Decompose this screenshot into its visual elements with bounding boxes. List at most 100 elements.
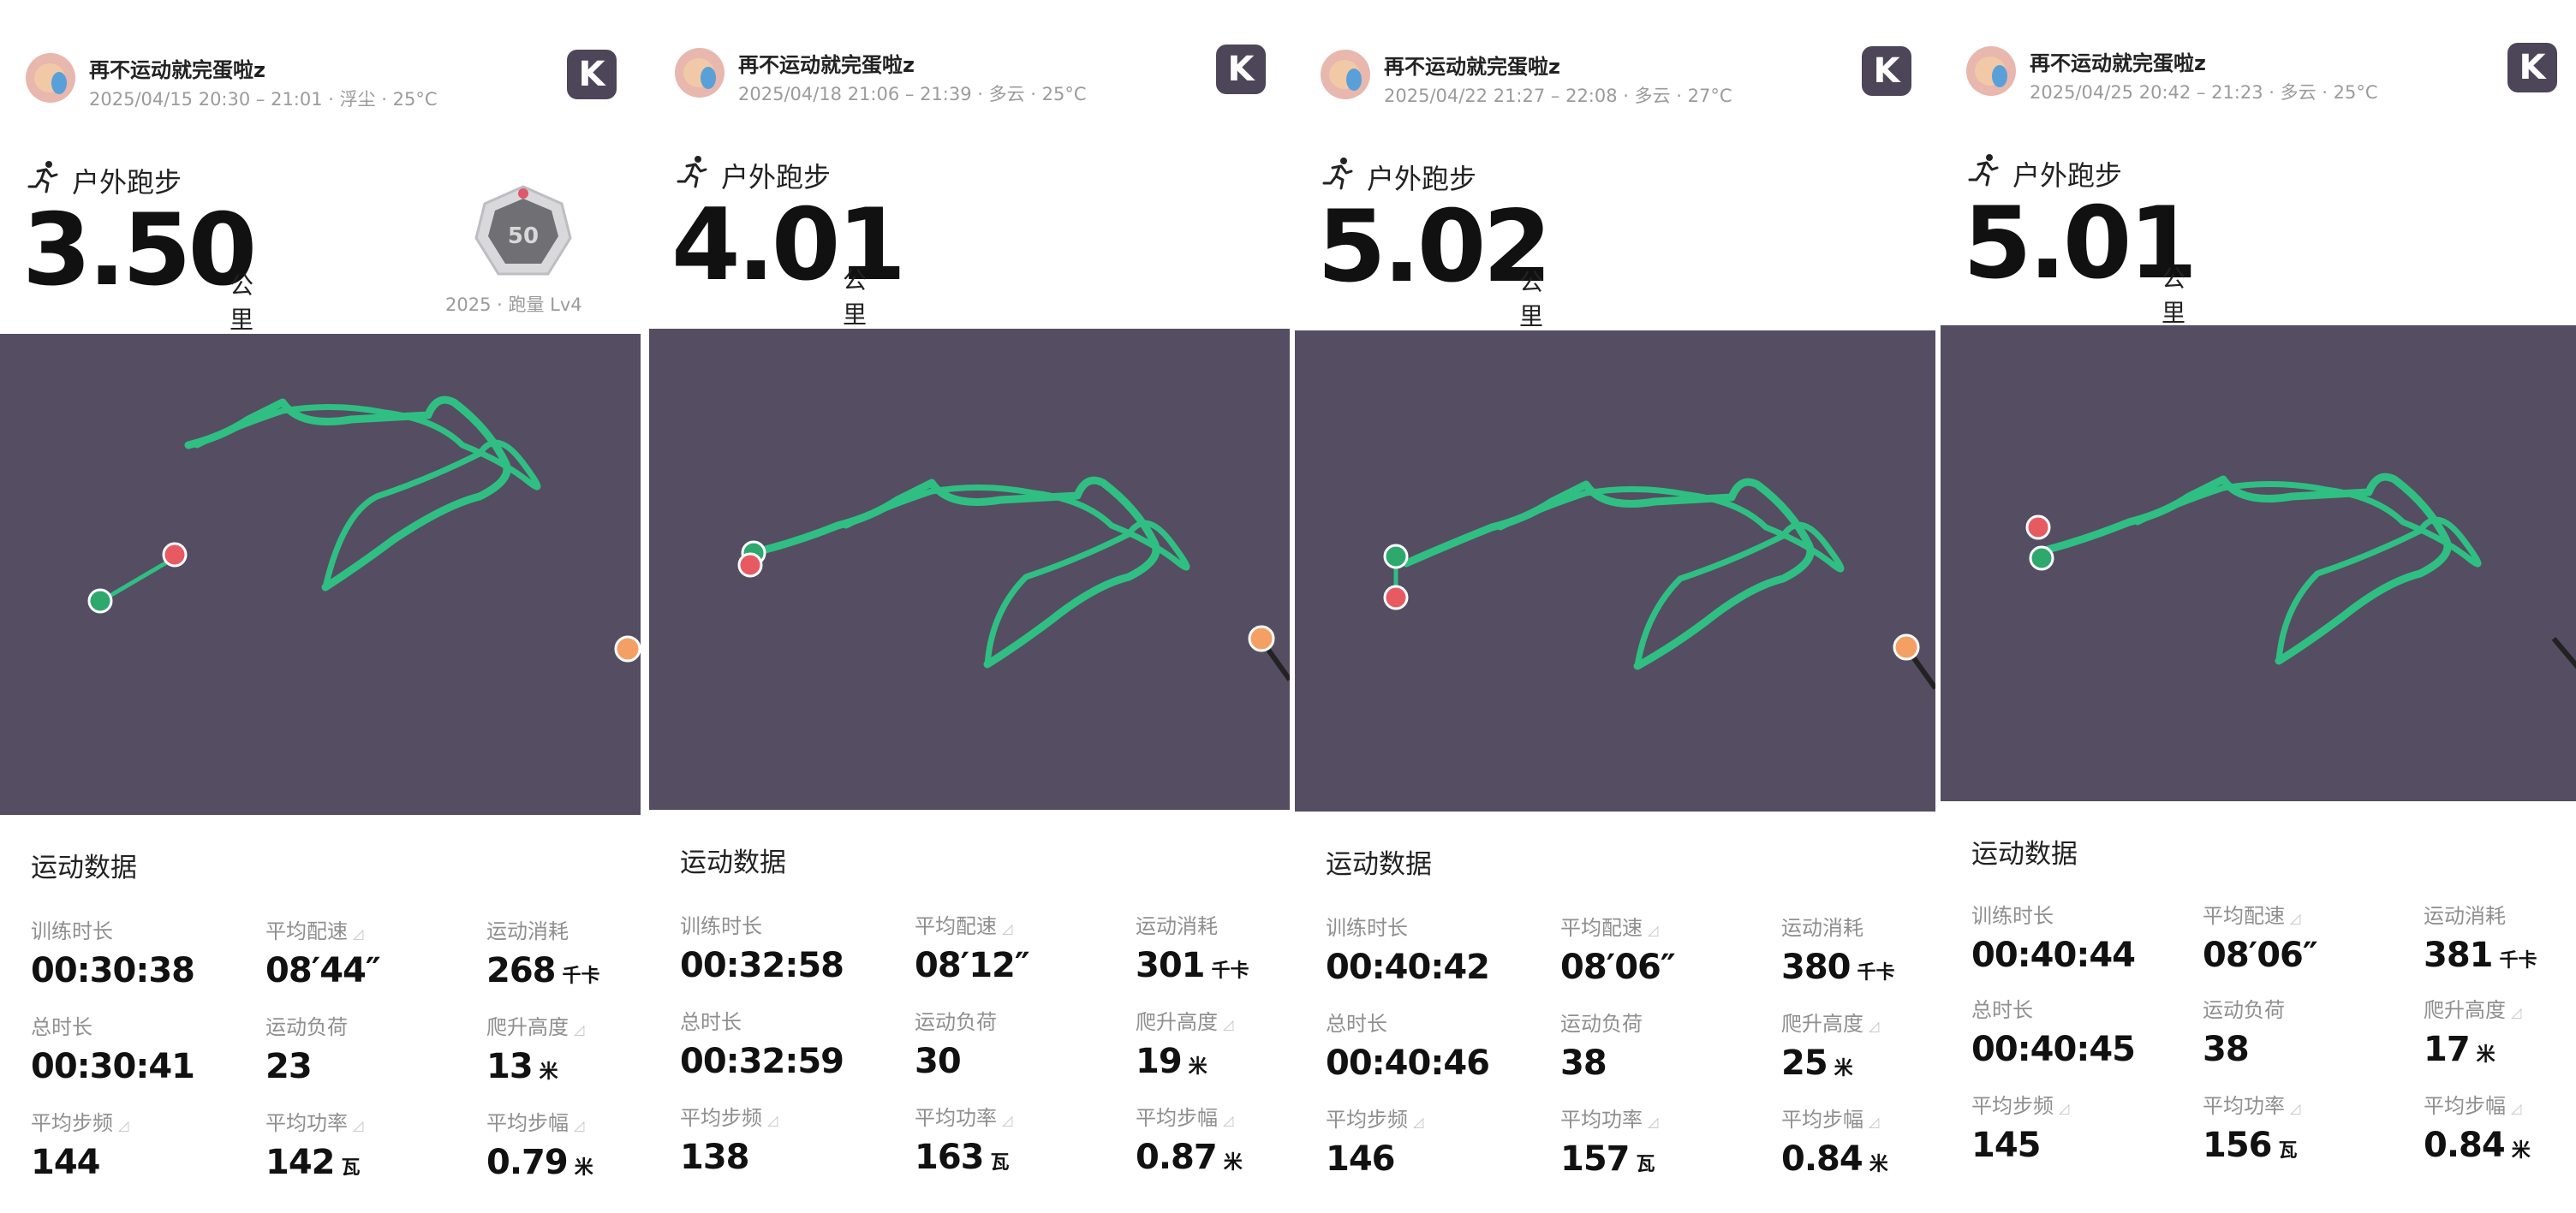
stat-power[interactable]: 平均功率 ◿ 142 瓦: [265, 1106, 462, 1192]
stat-cadence[interactable]: 平均步频 ◿ 146: [1326, 1103, 1523, 1188]
distance-value: 4.01: [671, 187, 906, 303]
stat-total-time: 总时长 00:30:41: [31, 1010, 228, 1096]
user-header: 再不运动就完蛋啦z 2025/04/15 20:30 – 21:01 · 浮尘 …: [26, 50, 617, 111]
keep-logo-icon[interactable]: K: [567, 50, 617, 99]
route-line: [2043, 473, 2452, 665]
stat-power[interactable]: 平均功率 ◿ 163 瓦: [915, 1101, 1112, 1186]
stat-training-time: 训练时长 00:32:58: [680, 909, 877, 995]
user-header: 再不运动就完蛋啦z 2025/04/22 21:27 – 22:08 · 多云 …: [1321, 46, 1911, 108]
location-pin-icon[interactable]: [614, 635, 641, 663]
username[interactable]: 再不运动就完蛋啦z: [1384, 50, 1560, 80]
stat-value: 145: [1971, 1126, 2041, 1165]
stat-avg-pace[interactable]: 平均配速 ◿ 08′06″: [1560, 911, 1757, 996]
route-map[interactable]: [649, 329, 1290, 810]
stat-avg-pace[interactable]: 平均配速 ◿ 08′06″: [2203, 899, 2400, 984]
stat-value: 144: [31, 1143, 100, 1182]
stat-cadence[interactable]: 平均步频 ◿ 145: [1971, 1089, 2168, 1174]
runner-icon: [1322, 158, 1353, 190]
stat-value: 38: [1560, 1044, 1607, 1083]
stat-label: 爬升高度 ◿: [2424, 998, 2522, 1022]
distance-value: 5.02: [1317, 189, 1552, 305]
stat-label: 训练时长: [31, 919, 113, 943]
route-line: [1402, 478, 1815, 670]
trend-chart-icon: ◿: [767, 1112, 778, 1128]
stat-label: 平均步频 ◿: [1971, 1094, 2070, 1118]
route-line: [748, 476, 1160, 669]
stat-elevation[interactable]: 爬升高度 ◿ 17 米: [2424, 993, 2576, 1079]
trend-chart-icon: ◿: [2290, 910, 2301, 926]
stat-calories: 运动消耗 381 千卡: [2424, 899, 2576, 984]
stat-power[interactable]: 平均功率 ◿ 156 瓦: [2203, 1089, 2400, 1174]
map-edge-line: [2551, 637, 2576, 669]
trend-chart-icon: ◿: [353, 1117, 364, 1133]
location-pin-icon[interactable]: [1248, 625, 1275, 652]
workout-meta: 2025/04/15 20:30 – 21:01 · 浮尘 · 25°C: [89, 89, 438, 110]
route-map[interactable]: [0, 334, 641, 815]
route-map[interactable]: [1295, 330, 1935, 812]
keep-logo-icon[interactable]: K: [1862, 46, 1911, 96]
medal-badge-icon[interactable]: 50: [473, 183, 574, 284]
badge-caption: 2025 · 跑量 Lv4: [445, 294, 582, 315]
stat-value: 0.84 米: [2424, 1126, 2531, 1165]
badge-number: 50: [508, 223, 539, 249]
username[interactable]: 再不运动就完蛋啦z: [2030, 46, 2206, 76]
trend-chart-icon: ◿: [1648, 1114, 1659, 1130]
stat-label: 总时长: [31, 1015, 92, 1039]
avatar[interactable]: [1966, 46, 2016, 96]
workout-card: 再不运动就完蛋啦z 2025/04/22 21:27 – 22:08 · 多云 …: [1295, 0, 1935, 1210]
start-point-icon: [2029, 545, 2054, 571]
stat-label: 平均功率 ◿: [2203, 1094, 2301, 1118]
stat-stride[interactable]: 平均步幅 ◿ 0.84 米: [2424, 1089, 2576, 1174]
stat-cadence[interactable]: 平均步频 ◿ 144: [31, 1106, 228, 1192]
end-point-icon: [737, 552, 763, 578]
keep-logo-icon[interactable]: K: [1216, 45, 1266, 94]
trend-chart-icon: ◿: [574, 1117, 585, 1133]
start-point-icon: [1383, 544, 1409, 569]
stat-label: 总时长: [1326, 1012, 1387, 1036]
stat-label: 平均配速 ◿: [265, 919, 364, 943]
stat-value: 138: [680, 1138, 749, 1177]
stat-training-time: 训练时长 00:40:44: [1971, 899, 2168, 984]
trend-chart-icon: ◿: [1223, 1112, 1234, 1128]
stat-power[interactable]: 平均功率 ◿ 157 瓦: [1560, 1103, 1757, 1188]
section-title: 运动数据: [31, 853, 137, 883]
username[interactable]: 再不运动就完蛋啦z: [89, 53, 265, 83]
stat-value: 00:40:45: [1971, 1030, 2136, 1069]
distance-unit: 公里: [230, 271, 254, 334]
stat-value: 142 瓦: [265, 1143, 361, 1182]
section-title: 运动数据: [1971, 839, 2078, 870]
workout-card: 再不运动就完蛋啦z 2025/04/18 21:06 – 21:39 · 多云 …: [649, 0, 1290, 1208]
avatar[interactable]: [26, 53, 75, 103]
stat-value: 38: [2203, 1030, 2250, 1069]
stat-value: 00:30:38: [31, 951, 195, 990]
stat-value: 00:40:46: [1326, 1044, 1490, 1083]
stat-value: 00:30:41: [31, 1047, 195, 1086]
route-svg: [87, 395, 641, 663]
workout-meta: 2025/04/18 21:06 – 21:39 · 多云 · 25°C: [738, 84, 1087, 104]
stat-label: 训练时长: [680, 914, 762, 938]
keep-logo-icon[interactable]: K: [2507, 43, 2557, 92]
stat-cadence[interactable]: 平均步频 ◿ 138: [680, 1101, 877, 1186]
username[interactable]: 再不运动就完蛋啦z: [738, 48, 915, 78]
avatar[interactable]: [1321, 50, 1370, 99]
stat-label: 平均配速 ◿: [1560, 916, 1659, 940]
runner-icon: [1968, 154, 1999, 187]
stat-label: 平均配速 ◿: [2203, 904, 2301, 928]
end-point-icon: [162, 542, 188, 568]
stat-value: 156 瓦: [2203, 1126, 2298, 1165]
stat-label: 平均步频 ◿: [680, 1106, 778, 1130]
trend-chart-icon: ◿: [1413, 1114, 1424, 1130]
location-pin-icon[interactable]: [1893, 633, 1920, 661]
stat-value: 08′06″: [2203, 936, 2318, 975]
user-header: 再不运动就完蛋啦z 2025/04/18 21:06 – 21:39 · 多云 …: [675, 45, 1266, 106]
stat-avg-pace[interactable]: 平均配速 ◿ 08′44″: [265, 914, 462, 1000]
trend-chart-icon: ◿: [574, 1021, 585, 1038]
stat-value: 00:40:44: [1971, 936, 2136, 975]
avatar[interactable]: [675, 48, 724, 98]
stat-avg-pace[interactable]: 平均配速 ◿ 08′12″: [915, 909, 1112, 995]
stat-value: 00:40:42: [1326, 948, 1490, 987]
screenshot-collage: 再不运动就完蛋啦z 2025/04/15 20:30 – 21:01 · 浮尘 …: [0, 0, 2576, 1213]
route-map[interactable]: [1941, 325, 2576, 801]
trend-chart-icon: ◿: [1002, 1112, 1013, 1128]
workout-meta: 2025/04/22 21:27 – 22:08 · 多云 · 27°C: [1384, 86, 1732, 106]
